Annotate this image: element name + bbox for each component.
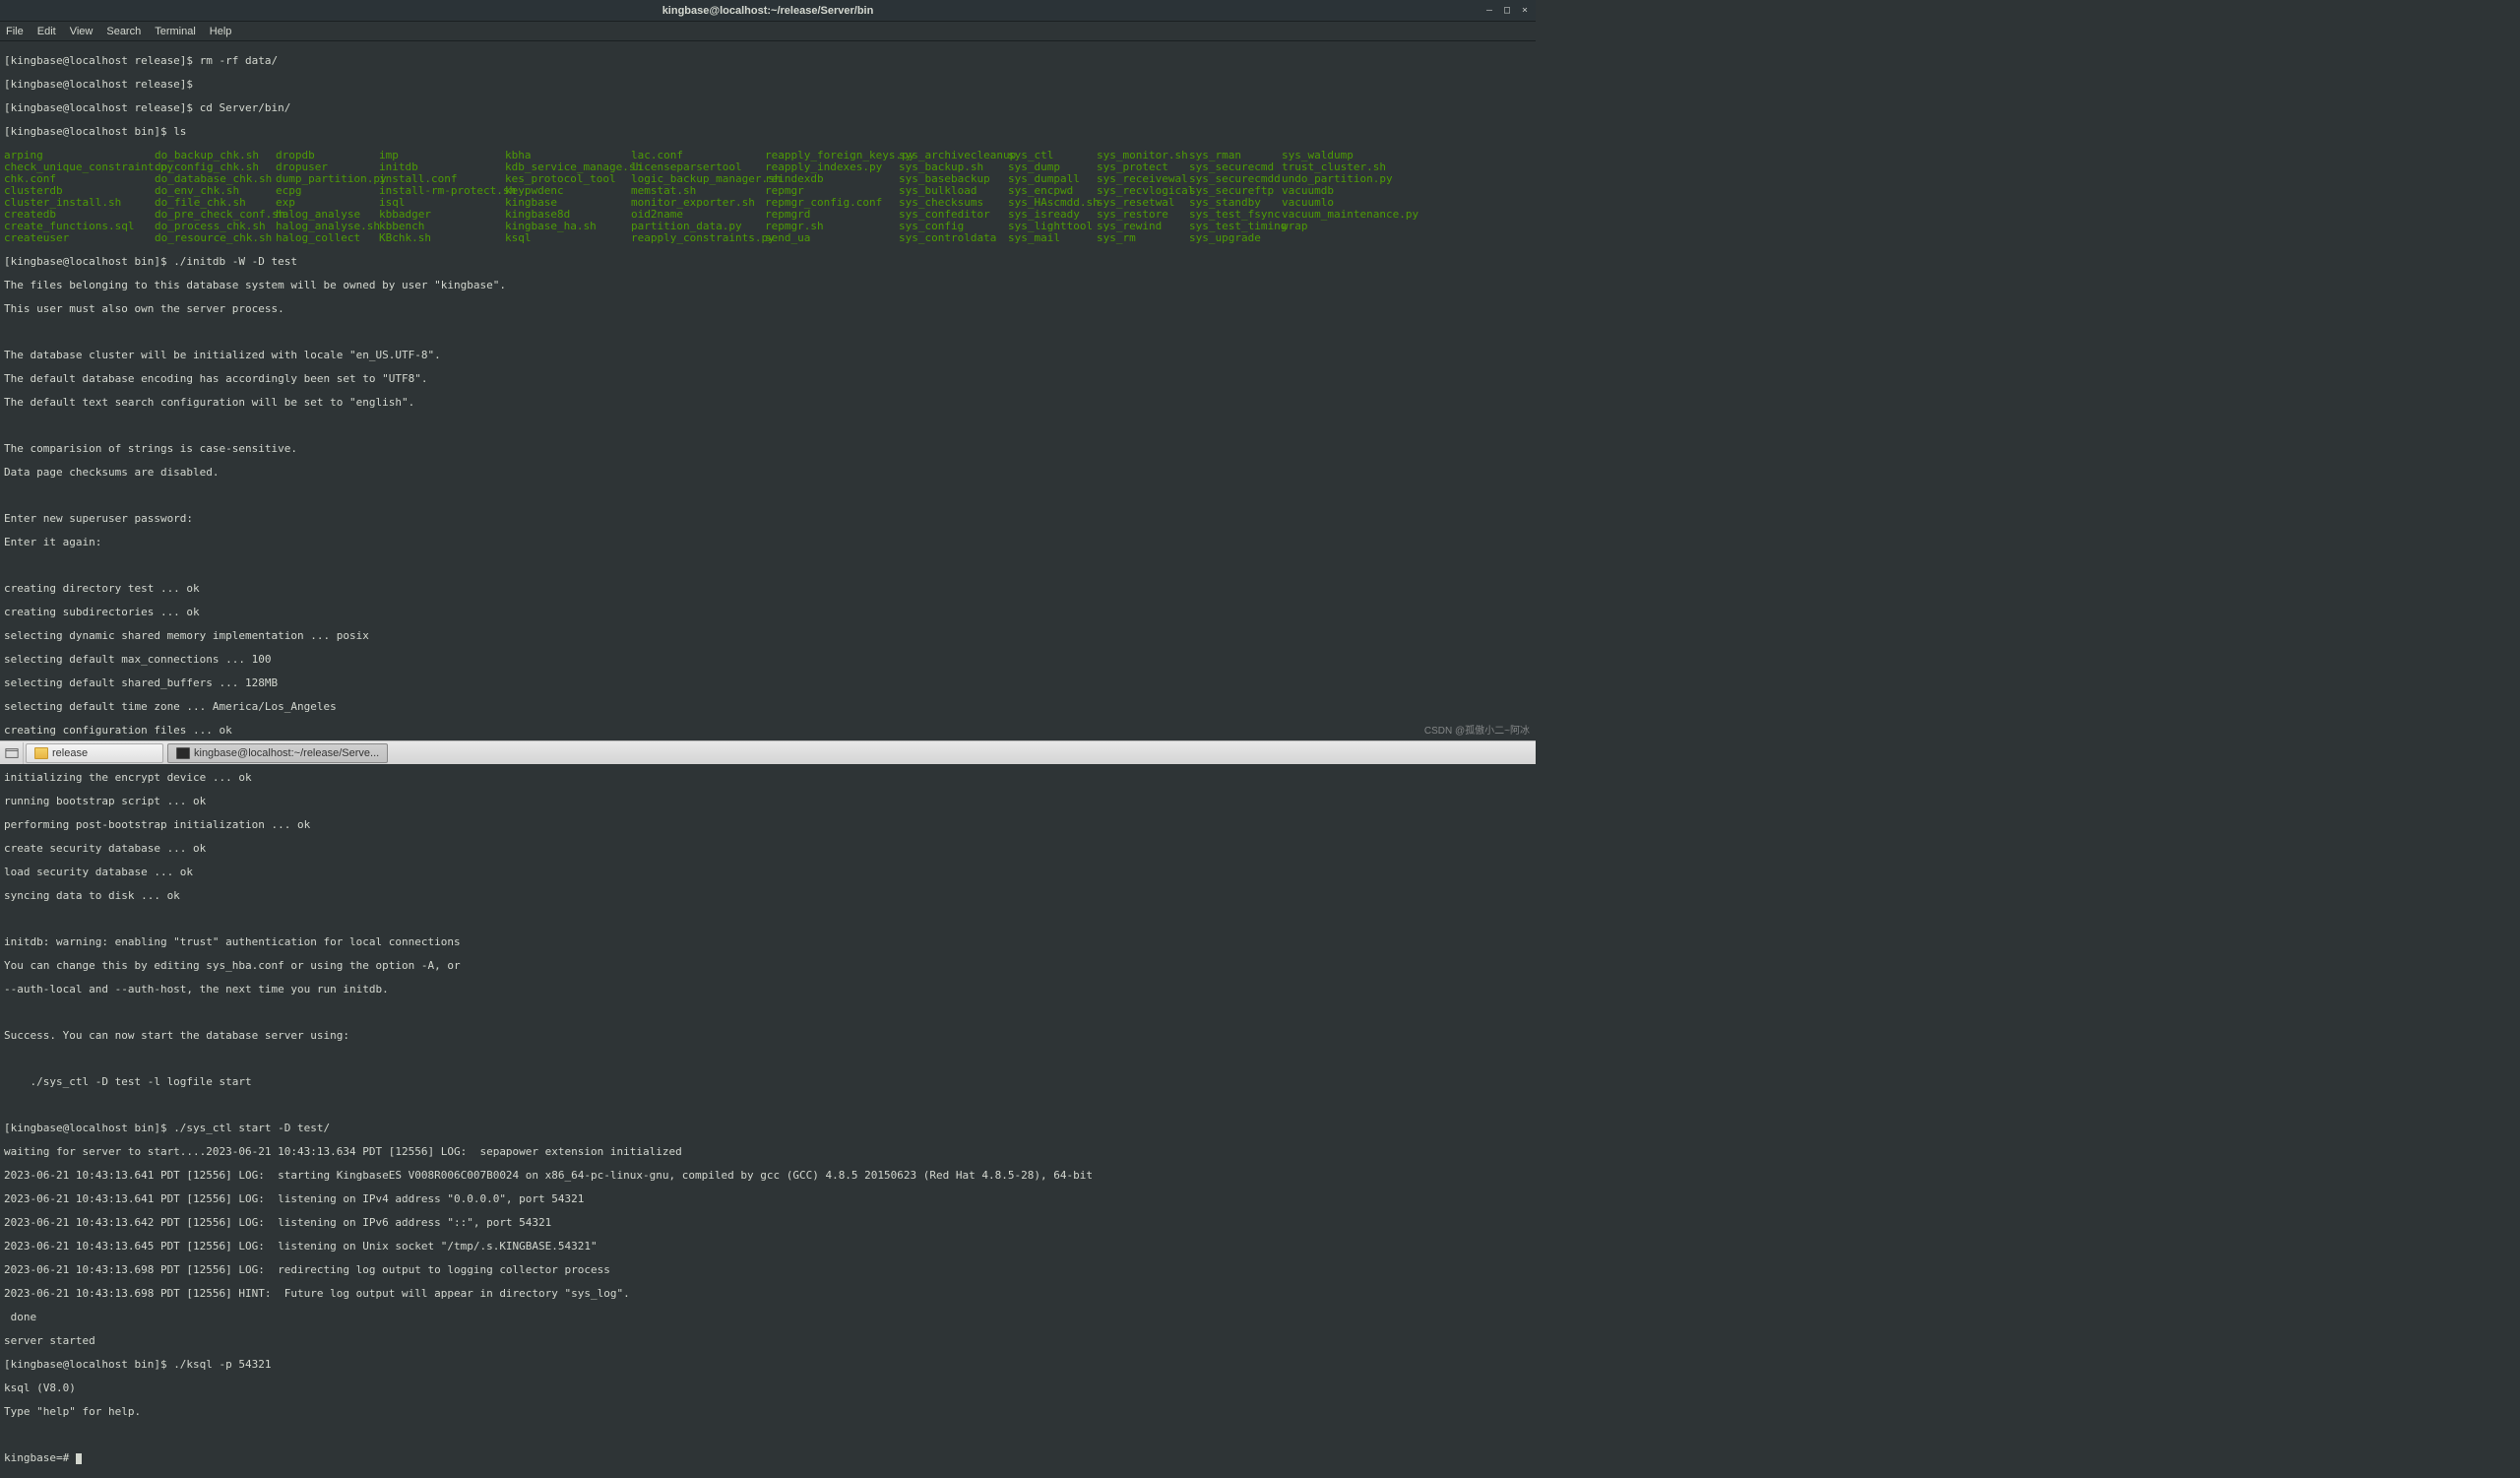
menubar: File Edit View Search Terminal Help [0, 22, 1536, 41]
close-button[interactable]: × [1516, 2, 1534, 20]
task-label: kingbase@localhost:~/release/Serve... [194, 747, 379, 759]
output-line: ksql (V8.0) [4, 1382, 1532, 1394]
minimize-button[interactable]: — [1480, 2, 1498, 20]
output-line [4, 490, 1532, 501]
output-line: You can change this by editing sys_hba.c… [4, 960, 1532, 972]
menu-file[interactable]: File [6, 26, 24, 37]
prompt: [kingbase@localhost bin]$ [4, 255, 173, 268]
show-desktop-button[interactable] [0, 742, 24, 764]
command: ./initdb -W -D test [173, 255, 297, 268]
output-line: Data page checksums are disabled. [4, 467, 1532, 479]
command: ./sys_ctl start -D test/ [173, 1122, 330, 1134]
taskbar-item-release[interactable]: release [26, 743, 163, 763]
output-line: creating directory test ... ok [4, 583, 1532, 595]
output-line: --auth-local and --auth-host, the next t… [4, 984, 1532, 996]
menu-view[interactable]: View [70, 26, 94, 37]
output-line [4, 1007, 1532, 1018]
output-line: create security database ... ok [4, 843, 1532, 855]
task-label: release [52, 747, 88, 759]
output-line: This user must also own the server proce… [4, 303, 1532, 315]
output-line [4, 560, 1532, 571]
output-line: creating configuration files ... ok [4, 725, 1532, 737]
output-line: creating subdirectories ... ok [4, 607, 1532, 618]
ls-listing: arpingcheck_unique_constraint.pychk.conf… [4, 150, 1532, 244]
output-line [4, 327, 1532, 338]
prompt: [kingbase@localhost release]$ [4, 101, 200, 114]
output-line: 2023-06-21 10:43:13.642 PDT [12556] LOG:… [4, 1217, 1532, 1229]
maximize-button[interactable]: □ [1498, 2, 1516, 20]
output-line: performing post-bootstrap initialization… [4, 819, 1532, 831]
output-line: done [4, 1312, 1532, 1323]
menu-help[interactable]: Help [210, 26, 232, 37]
menu-search[interactable]: Search [106, 26, 141, 37]
output-line: running bootstrap script ... ok [4, 796, 1532, 807]
output-line: Success. You can now start the database … [4, 1030, 1532, 1042]
output-line [4, 1100, 1532, 1111]
output-line: Enter new superuser password: [4, 513, 1532, 525]
command: cd Server/bin/ [200, 101, 291, 114]
output-line: selecting dynamic shared memory implemen… [4, 630, 1532, 642]
output-line: The default text search configuration wi… [4, 397, 1532, 409]
window-controls: — □ × [1480, 2, 1534, 20]
output-line: selecting default shared_buffers ... 128… [4, 677, 1532, 689]
prompt: [kingbase@localhost bin]$ [4, 125, 173, 138]
taskbar-item-terminal[interactable]: kingbase@localhost:~/release/Serve... [167, 743, 388, 763]
output-line: selecting default max_connections ... 10… [4, 654, 1532, 666]
output-line [4, 1054, 1532, 1064]
output-line: 2023-06-21 10:43:13.641 PDT [12556] LOG:… [4, 1170, 1532, 1182]
output-line: The default database encoding has accord… [4, 373, 1532, 385]
output-line: load security database ... ok [4, 867, 1532, 878]
output-line: 2023-06-21 10:43:13.698 PDT [12556] HINT… [4, 1288, 1532, 1300]
window-title: kingbase@localhost:~/release/Server/bin [662, 5, 874, 17]
output-line: The comparision of strings is case-sensi… [4, 443, 1532, 455]
terminal-icon [176, 747, 190, 759]
command: ./ksql -p 54321 [173, 1358, 271, 1371]
output-line: syncing data to disk ... ok [4, 890, 1532, 902]
output-line: Enter it again: [4, 537, 1532, 548]
output-line: The files belonging to this database sys… [4, 280, 1532, 291]
output-line [4, 914, 1532, 925]
output-line: selecting default time zone ... America/… [4, 701, 1532, 713]
output-line: server started [4, 1335, 1532, 1347]
output-line: The database cluster will be initialized… [4, 350, 1532, 361]
folder-icon [34, 747, 48, 759]
prompt: [kingbase@localhost release]$ [4, 54, 200, 67]
taskbar: release kingbase@localhost:~/release/Ser… [0, 740, 1536, 764]
output-line: 2023-06-21 10:43:13.645 PDT [12556] LOG:… [4, 1241, 1532, 1253]
menu-edit[interactable]: Edit [37, 26, 56, 37]
output-line: waiting for server to start....2023-06-2… [4, 1146, 1532, 1158]
db-prompt: kingbase=# [4, 1451, 76, 1464]
output-line: 2023-06-21 10:43:13.698 PDT [12556] LOG:… [4, 1264, 1532, 1276]
output-line: initializing the encrypt device ... ok [4, 772, 1532, 784]
output-line [4, 420, 1532, 431]
command: rm -rf data/ [200, 54, 278, 67]
output-line: 2023-06-21 10:43:13.641 PDT [12556] LOG:… [4, 1193, 1532, 1205]
output-line: Type "help" for help. [4, 1406, 1532, 1418]
prompt: [kingbase@localhost bin]$ [4, 1122, 173, 1134]
titlebar: kingbase@localhost:~/release/Server/bin … [0, 0, 1536, 22]
menu-terminal[interactable]: Terminal [155, 26, 196, 37]
cursor [76, 1453, 82, 1464]
prompt: [kingbase@localhost release]$ [4, 78, 200, 91]
command: ls [173, 125, 186, 138]
output-line: ./sys_ctl -D test -l logfile start [4, 1076, 1532, 1088]
prompt: [kingbase@localhost bin]$ [4, 1358, 173, 1371]
watermark: CSDN @孤傲小二~阿冰 [1424, 722, 1530, 737]
output-line [4, 1430, 1532, 1441]
output-line: initdb: warning: enabling "trust" authen… [4, 936, 1532, 948]
